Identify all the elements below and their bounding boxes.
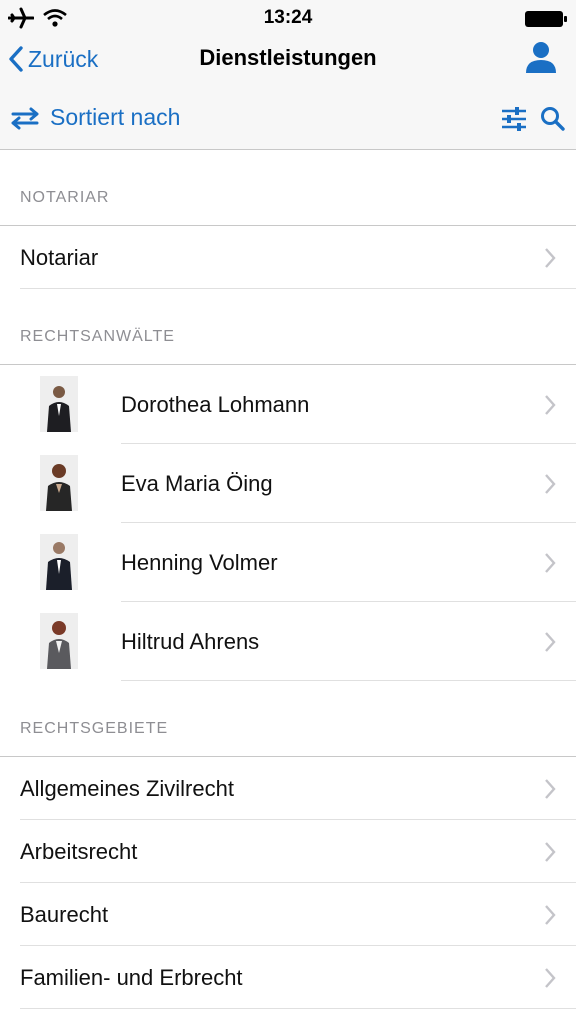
section-title: RECHTSGEBIETE <box>20 720 169 737</box>
lawyer-row[interactable]: Hiltrud Ahrens <box>0 602 576 681</box>
chevron-right-icon <box>545 395 556 415</box>
sliders-icon[interactable] <box>500 106 528 132</box>
lawyer-photo <box>40 455 78 511</box>
user-icon[interactable] <box>524 40 558 74</box>
list-item-notariat[interactable]: Notariar <box>0 226 576 289</box>
lawyer-name: Hiltrud Ahrens <box>121 629 260 654</box>
status-time: 13:24 <box>263 7 313 28</box>
list-item-area[interactable]: Baurecht <box>0 883 576 946</box>
list-item-label: Baurecht <box>20 902 109 927</box>
section-title: NOTARIAR <box>20 189 110 206</box>
row-divider <box>20 1008 576 1009</box>
chevron-right-icon <box>545 474 556 494</box>
section-title: RECHTSANWÄLTE <box>20 328 175 345</box>
list-item-label: Familien- und Erbrecht <box>20 965 243 990</box>
chevron-right-icon <box>545 968 556 988</box>
search-icon[interactable] <box>540 106 566 132</box>
chevron-right-icon <box>545 553 556 573</box>
services-list: NOTARIAR Notariar RECHTSANWÄLTE Dorothea… <box>0 151 576 1009</box>
areas-group: Allgemeines Zivilrecht Arbeitsrecht Baur… <box>0 756 576 1009</box>
list-item-area[interactable]: Arbeitsrecht <box>0 820 576 883</box>
list-item-area[interactable]: Familien- und Erbrecht <box>0 946 576 1009</box>
page-title: Dienstleistungen <box>199 45 377 70</box>
lawyer-row[interactable]: Henning Volmer <box>0 523 576 602</box>
lawyer-name: Dorothea Lohmann <box>121 392 310 417</box>
lawyer-row[interactable]: Eva Maria Öing <box>0 444 576 523</box>
list-item-label: Notariar <box>20 245 99 270</box>
section-header-areas: RECHTSGEBIETE <box>0 681 576 756</box>
sort-label: Sortiert nach <box>50 104 181 130</box>
chevron-right-icon <box>545 842 556 862</box>
list-item-label: Arbeitsrecht <box>20 839 138 864</box>
chevron-right-icon <box>545 248 556 268</box>
notariat-group: Notariar <box>0 225 576 289</box>
lawyers-group: Dorothea Lohmann Eva Maria Öing Henning … <box>0 364 576 681</box>
lawyer-photo <box>40 613 78 669</box>
section-header-notariat: NOTARIAR <box>0 151 576 225</box>
lawyer-row[interactable]: Dorothea Lohmann <box>0 365 576 444</box>
chevron-right-icon <box>545 779 556 799</box>
top-bar: 13:24 Zurück Dienstleistungen Sortiert n… <box>0 0 576 150</box>
toolbar: Sortiert nach <box>0 96 576 144</box>
lawyer-photo <box>40 376 78 432</box>
section-header-lawyers: RECHTSANWÄLTE <box>0 289 576 364</box>
chevron-right-icon <box>545 905 556 925</box>
chevron-right-icon <box>545 632 556 652</box>
sort-button[interactable]: Sortiert nach <box>10 104 180 131</box>
status-bar: 13:24 <box>0 0 576 36</box>
swap-arrows-icon <box>11 107 39 129</box>
lawyer-name: Henning Volmer <box>121 550 278 575</box>
list-item-area[interactable]: Allgemeines Zivilrecht <box>0 757 576 820</box>
list-item-label: Allgemeines Zivilrecht <box>20 776 234 801</box>
navigation-bar: Zurück Dienstleistungen <box>0 36 576 82</box>
battery-icon <box>525 11 567 27</box>
lawyer-photo <box>40 534 78 590</box>
lawyer-name: Eva Maria Öing <box>121 471 273 496</box>
